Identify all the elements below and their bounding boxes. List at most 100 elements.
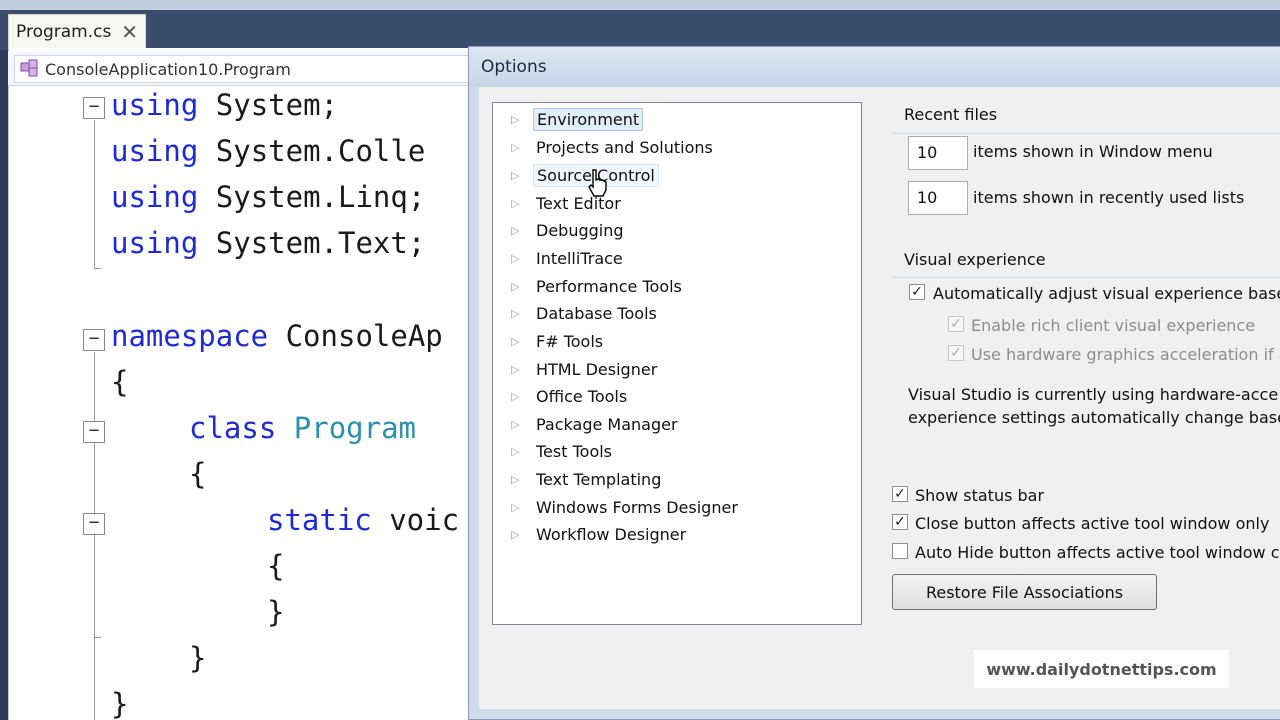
expand-arrow-icon[interactable]: ▷ bbox=[511, 363, 523, 376]
tree-item-label: IntelliTrace bbox=[536, 248, 623, 268]
tree-item-label: Text Templating bbox=[536, 469, 662, 489]
outline-guide-end bbox=[94, 637, 101, 638]
tree-item-windows-forms-designer[interactable]: ▷ Windows Forms Designer bbox=[493, 494, 741, 520]
tree-item-fsharp-tools[interactable]: ▷ F# Tools bbox=[493, 328, 606, 354]
code-line-3: using System.Linq; bbox=[111, 180, 426, 214]
tree-item-source-control[interactable]: ▷ Source Control bbox=[493, 162, 659, 188]
group-divider bbox=[892, 277, 1280, 278]
tree-item-label: Workflow Designer bbox=[536, 524, 687, 544]
recent-lists-items-label: items shown in recently used lists bbox=[973, 188, 1245, 207]
expand-arrow-icon[interactable]: ▷ bbox=[511, 335, 523, 348]
watermark: www.dailydotnettips.com bbox=[974, 650, 1229, 688]
tree-item-database-tools[interactable]: ▷ Database Tools bbox=[493, 300, 660, 326]
close-button-checkbox[interactable]: ✓ bbox=[892, 514, 908, 530]
tree-item-label: HTML Designer bbox=[536, 359, 658, 379]
expand-arrow-icon[interactable]: ▷ bbox=[511, 224, 523, 237]
rich-client-checkbox[interactable]: ✓ bbox=[948, 316, 964, 332]
expand-arrow-icon[interactable]: ▷ bbox=[511, 280, 523, 293]
expand-arrow-icon[interactable]: ▷ bbox=[511, 141, 523, 154]
recent-lists-items-input[interactable]: 10 bbox=[908, 181, 968, 215]
visual-experience-info-line-1: Visual Studio is currently using hardwar… bbox=[908, 385, 1279, 404]
hardware-acceleration-label: Use hardware graphics acceleration if a bbox=[971, 345, 1280, 364]
options-dialog: Options ▷ Environment ▷ Projects and Solut… bbox=[468, 46, 1280, 720]
tree-item-intellitrace[interactable]: ▷ IntelliTrace bbox=[493, 245, 626, 271]
code-line-1: using System; bbox=[111, 88, 338, 122]
tree-item-package-manager[interactable]: ▷ Package Manager bbox=[493, 411, 681, 437]
hand-cursor-icon bbox=[586, 168, 610, 198]
expand-arrow-icon[interactable]: ▷ bbox=[511, 445, 523, 458]
expand-arrow-icon[interactable]: ▷ bbox=[511, 418, 523, 431]
tree-item-label: Office Tools bbox=[536, 386, 628, 406]
auto-hide-label: Auto Hide button affects active tool win… bbox=[915, 543, 1280, 562]
options-category-tree[interactable]: ▷ Environment ▷ Projects and Solutions ▷ So… bbox=[492, 102, 862, 625]
group-divider bbox=[892, 133, 1280, 134]
visual-experience-info-line-2: experience settings automatically change… bbox=[908, 408, 1280, 427]
collapse-namespace-toggle[interactable]: − bbox=[83, 329, 105, 351]
restore-file-associations-button[interactable]: Restore File Associations bbox=[892, 574, 1157, 610]
code-line-11: } bbox=[267, 595, 285, 629]
window-menu-items-label: items shown in Window menu bbox=[973, 142, 1213, 161]
outline-guide-end bbox=[94, 268, 101, 269]
tree-item-environment[interactable]: ▷ Environment bbox=[493, 106, 644, 132]
tree-item-label: Text Editor bbox=[536, 193, 621, 213]
auto-adjust-visual-label: Automatically adjust visual experience b… bbox=[933, 284, 1280, 303]
class-icon bbox=[19, 58, 43, 80]
code-line-2: using System.Colle bbox=[111, 134, 426, 168]
dialog-title: Options bbox=[481, 57, 547, 77]
tree-item-label: Environment bbox=[533, 107, 644, 131]
outline-guide bbox=[94, 120, 95, 268]
auto-adjust-visual-checkbox[interactable]: ✓ bbox=[909, 284, 925, 300]
tree-item-label: Test Tools bbox=[536, 441, 613, 461]
document-tab-program-cs[interactable]: Program.cs ✕ bbox=[8, 14, 146, 48]
show-status-bar-label: Show status bar bbox=[915, 486, 1045, 505]
expand-arrow-icon[interactable]: ▷ bbox=[511, 501, 523, 514]
close-button-label: Close button affects active tool window … bbox=[915, 514, 1270, 533]
expand-arrow-icon[interactable]: ▷ bbox=[511, 307, 523, 320]
code-line-10: { bbox=[267, 549, 285, 583]
collapse-usings-toggle[interactable]: − bbox=[83, 97, 105, 119]
tree-item-workflow-designer[interactable]: ▷ Workflow Designer bbox=[493, 521, 689, 547]
expand-arrow-icon[interactable]: ▷ bbox=[511, 390, 523, 403]
tree-item-test-tools[interactable]: ▷ Test Tools bbox=[493, 438, 615, 464]
hardware-acceleration-checkbox[interactable]: ✓ bbox=[948, 345, 964, 361]
expand-arrow-icon[interactable]: ▷ bbox=[511, 197, 523, 210]
outline-guide bbox=[94, 352, 95, 720]
type-navigation-label: ConsoleApplication10.Program bbox=[45, 59, 291, 79]
tree-item-label: Database Tools bbox=[536, 303, 657, 323]
document-tab-label: Program.cs bbox=[16, 21, 112, 42]
expand-arrow-icon[interactable]: ▷ bbox=[511, 252, 523, 265]
tree-item-label: Windows Forms Designer bbox=[536, 497, 738, 517]
dialog-titlebar[interactable]: Options bbox=[469, 47, 1280, 87]
close-icon[interactable]: ✕ bbox=[121, 19, 138, 45]
collapse-class-toggle[interactable]: − bbox=[83, 421, 105, 443]
title-strip bbox=[0, 0, 1280, 10]
recent-files-heading: Recent files bbox=[904, 105, 998, 124]
tree-item-label: Projects and Solutions bbox=[536, 137, 713, 157]
tree-item-label: F# Tools bbox=[536, 331, 604, 351]
expand-arrow-icon[interactable]: ▷ bbox=[511, 473, 523, 486]
tree-item-debugging[interactable]: ▷ Debugging bbox=[493, 217, 627, 243]
code-line-8: { bbox=[189, 457, 207, 491]
tree-item-html-designer[interactable]: ▷ HTML Designer bbox=[493, 356, 660, 382]
tree-item-office-tools[interactable]: ▷ Office Tools bbox=[493, 383, 630, 409]
window-menu-items-input[interactable]: 10 bbox=[908, 136, 968, 170]
show-status-bar-checkbox[interactable]: ✓ bbox=[892, 486, 908, 502]
expand-arrow-icon[interactable]: ▷ bbox=[511, 528, 523, 541]
tree-item-performance-tools[interactable]: ▷ Performance Tools bbox=[493, 273, 685, 299]
code-line-5: namespace ConsoleAp bbox=[111, 319, 443, 353]
collapse-method-toggle[interactable]: − bbox=[83, 513, 105, 535]
type-navigation-dropdown[interactable]: ConsoleApplication10.Program bbox=[14, 55, 484, 83]
document-tab-row bbox=[0, 10, 1280, 50]
code-line-6: { bbox=[111, 365, 129, 399]
expand-arrow-icon[interactable]: ▷ bbox=[511, 113, 523, 126]
expand-arrow-icon[interactable]: ▷ bbox=[511, 169, 523, 182]
rich-client-label: Enable rich client visual experience bbox=[971, 316, 1256, 335]
code-line-4: using System.Text; bbox=[111, 226, 426, 260]
tree-item-projects-and-solutions[interactable]: ▷ Projects and Solutions bbox=[493, 134, 716, 160]
code-line-12: } bbox=[189, 641, 207, 675]
code-line-7: class Program bbox=[189, 411, 416, 445]
tree-item-label: Package Manager bbox=[536, 414, 678, 434]
code-line-9: static voic bbox=[267, 503, 460, 537]
auto-hide-checkbox[interactable] bbox=[892, 543, 908, 559]
tree-item-text-templating[interactable]: ▷ Text Templating bbox=[493, 466, 664, 492]
